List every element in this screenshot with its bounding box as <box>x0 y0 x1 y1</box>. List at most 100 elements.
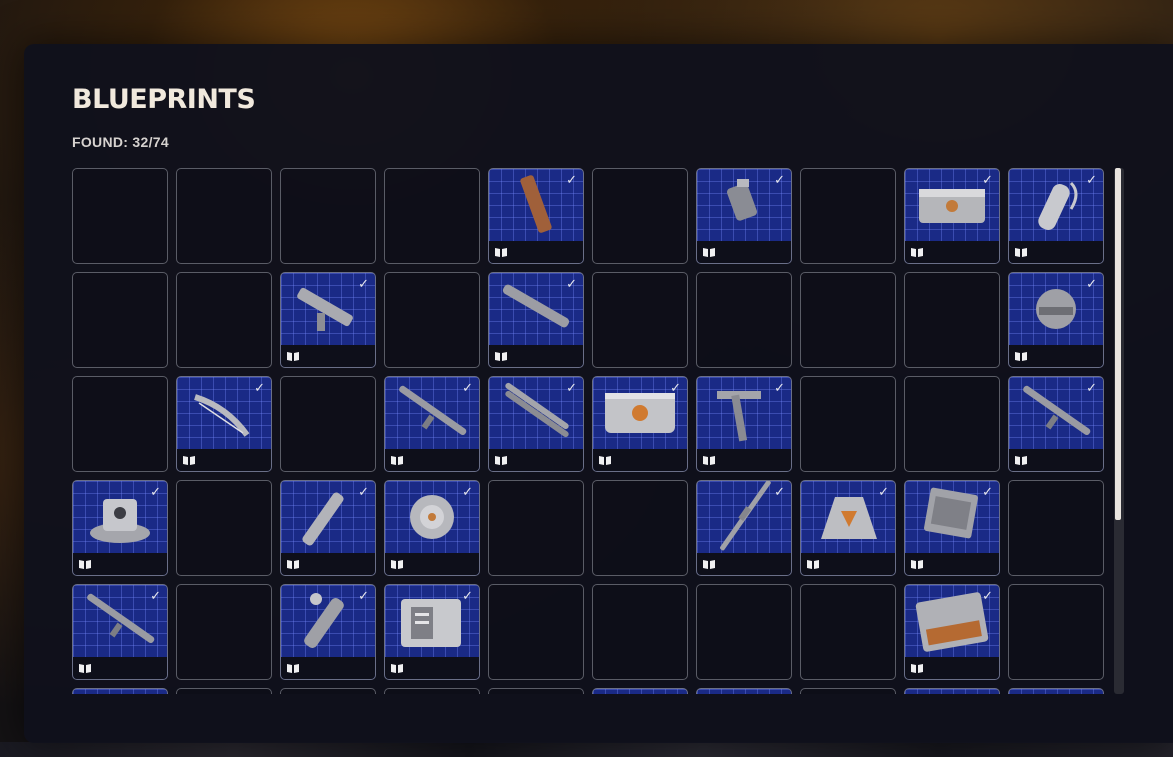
blueprint-slot-empty[interactable] <box>280 376 376 472</box>
blueprint-slot-found[interactable]: ✓ <box>72 480 168 576</box>
book-icon <box>391 664 403 673</box>
blueprint-slot-empty[interactable] <box>72 376 168 472</box>
slot-footer <box>905 657 999 679</box>
blueprint-slot-empty[interactable] <box>904 376 1000 472</box>
blueprint-slot-empty[interactable] <box>176 168 272 264</box>
slot-footer <box>697 241 791 263</box>
blueprint-slot-empty[interactable] <box>904 272 1000 368</box>
blueprints-panel: BLUEPRINTS FOUND: 32/74 ✓ ✓ ✓ ✓ ✓ ✓ ✓ ✓ ✓ ✓ ✓ ✓ ✓ ✓ ✓ ✓… <box>24 44 1173 743</box>
book-icon <box>287 352 299 361</box>
blueprint-slot-found[interactable]: ✓ <box>1008 168 1104 264</box>
blueprint-slot-found[interactable]: ✓ <box>384 376 480 472</box>
book-icon <box>495 248 507 257</box>
book-icon <box>599 456 611 465</box>
blueprint-slot-empty[interactable] <box>176 584 272 680</box>
check-icon: ✓ <box>566 277 577 292</box>
check-icon: ✓ <box>150 589 161 604</box>
blueprint-slot-empty[interactable] <box>800 376 896 472</box>
blueprint-slot-found[interactable]: ✓ <box>280 584 376 680</box>
blueprint-slot-empty[interactable] <box>384 688 480 694</box>
blueprint-slot-found[interactable]: ✓ <box>592 688 688 694</box>
blueprint-slot-found[interactable]: ✓ <box>488 272 584 368</box>
book-icon <box>287 560 299 569</box>
blueprint-slot-empty[interactable] <box>488 480 584 576</box>
slot-footer <box>385 449 479 471</box>
blueprint-slot-found[interactable]: ✓ <box>488 168 584 264</box>
blueprint-slot-empty[interactable] <box>1008 480 1104 576</box>
blueprint-slot-empty[interactable] <box>384 168 480 264</box>
blueprint-slot-empty[interactable] <box>176 688 272 694</box>
blueprint-slot-empty[interactable] <box>800 168 896 264</box>
scrollbar[interactable] <box>1114 168 1124 694</box>
blueprint-slot-empty[interactable] <box>280 688 376 694</box>
slot-footer <box>489 449 583 471</box>
blueprint-slot-found[interactable]: ✓ <box>904 584 1000 680</box>
blueprint-slot-found[interactable]: ✓ <box>1008 688 1104 694</box>
blueprint-slot-found[interactable]: ✓ <box>696 688 792 694</box>
blueprint-slot-empty[interactable] <box>696 584 792 680</box>
blueprint-slot-found[interactable]: ✓ <box>72 688 168 694</box>
blueprint-slot-found[interactable]: ✓ <box>696 168 792 264</box>
blueprint-slot-found[interactable]: ✓ <box>592 376 688 472</box>
check-icon: ✓ <box>670 693 681 694</box>
blueprint-grid-viewport: ✓ ✓ ✓ ✓ ✓ ✓ ✓ ✓ ✓ ✓ ✓ ✓ ✓ ✓ ✓ ✓ ✓ ✓ ✓ ✓ ✓ ✓ ✓ ✓ ✓ ✓ ✓ ✓ <box>72 168 1106 694</box>
blueprint-slot-empty[interactable] <box>1008 584 1104 680</box>
blueprint-slot-empty[interactable] <box>488 688 584 694</box>
slot-footer <box>1009 241 1103 263</box>
blueprint-slot-empty[interactable] <box>800 272 896 368</box>
check-icon: ✓ <box>774 693 785 694</box>
check-icon: ✓ <box>774 485 785 500</box>
slot-footer <box>177 449 271 471</box>
blueprint-slot-found[interactable]: ✓ <box>696 376 792 472</box>
blueprint-slot-empty[interactable] <box>800 584 896 680</box>
book-icon <box>495 456 507 465</box>
check-icon: ✓ <box>358 485 369 500</box>
slot-footer <box>281 553 375 575</box>
blueprint-slot-found[interactable]: ✓ <box>72 584 168 680</box>
book-icon <box>183 456 195 465</box>
book-icon <box>287 664 299 673</box>
blueprint-slot-empty[interactable] <box>592 584 688 680</box>
book-icon <box>911 248 923 257</box>
blueprint-slot-found[interactable]: ✓ <box>904 168 1000 264</box>
blueprint-slot-empty[interactable] <box>696 272 792 368</box>
check-icon: ✓ <box>358 277 369 292</box>
blueprint-slot-found[interactable]: ✓ <box>280 480 376 576</box>
blueprint-slot-empty[interactable] <box>72 168 168 264</box>
blueprint-slot-found[interactable]: ✓ <box>904 480 1000 576</box>
blueprint-slot-empty[interactable] <box>592 168 688 264</box>
blueprint-slot-empty[interactable] <box>800 688 896 694</box>
blueprint-slot-found[interactable]: ✓ <box>488 376 584 472</box>
check-icon: ✓ <box>774 381 785 396</box>
blueprint-slot-found[interactable]: ✓ <box>176 376 272 472</box>
scrollbar-thumb[interactable] <box>1115 168 1121 521</box>
check-icon: ✓ <box>566 173 577 188</box>
blueprint-slot-empty[interactable] <box>176 272 272 368</box>
blueprint-slot-empty[interactable] <box>280 168 376 264</box>
check-icon: ✓ <box>566 381 577 396</box>
blueprint-slot-found[interactable]: ✓ <box>384 584 480 680</box>
check-icon: ✓ <box>878 485 889 500</box>
book-icon <box>807 560 819 569</box>
blueprint-slot-found[interactable]: ✓ <box>696 480 792 576</box>
blueprint-slot-found[interactable]: ✓ <box>800 480 896 576</box>
slot-footer <box>905 241 999 263</box>
blueprint-slot-found[interactable]: ✓ <box>1008 376 1104 472</box>
blueprint-slot-found[interactable]: ✓ <box>384 480 480 576</box>
check-icon: ✓ <box>1086 277 1097 292</box>
blueprint-slot-empty[interactable] <box>488 584 584 680</box>
blueprint-slot-empty[interactable] <box>384 272 480 368</box>
blueprint-slot-found[interactable]: ✓ <box>1008 272 1104 368</box>
check-icon: ✓ <box>982 589 993 604</box>
check-icon: ✓ <box>982 693 993 694</box>
blueprint-slot-empty[interactable] <box>72 272 168 368</box>
blueprint-slot-found[interactable]: ✓ <box>904 688 1000 694</box>
slot-footer <box>385 657 479 679</box>
blueprint-slot-empty[interactable] <box>176 480 272 576</box>
blueprint-slot-empty[interactable] <box>592 480 688 576</box>
blueprint-slot-found[interactable]: ✓ <box>280 272 376 368</box>
check-icon: ✓ <box>1086 173 1097 188</box>
blueprint-slot-empty[interactable] <box>592 272 688 368</box>
check-icon: ✓ <box>358 589 369 604</box>
book-icon <box>1015 352 1027 361</box>
